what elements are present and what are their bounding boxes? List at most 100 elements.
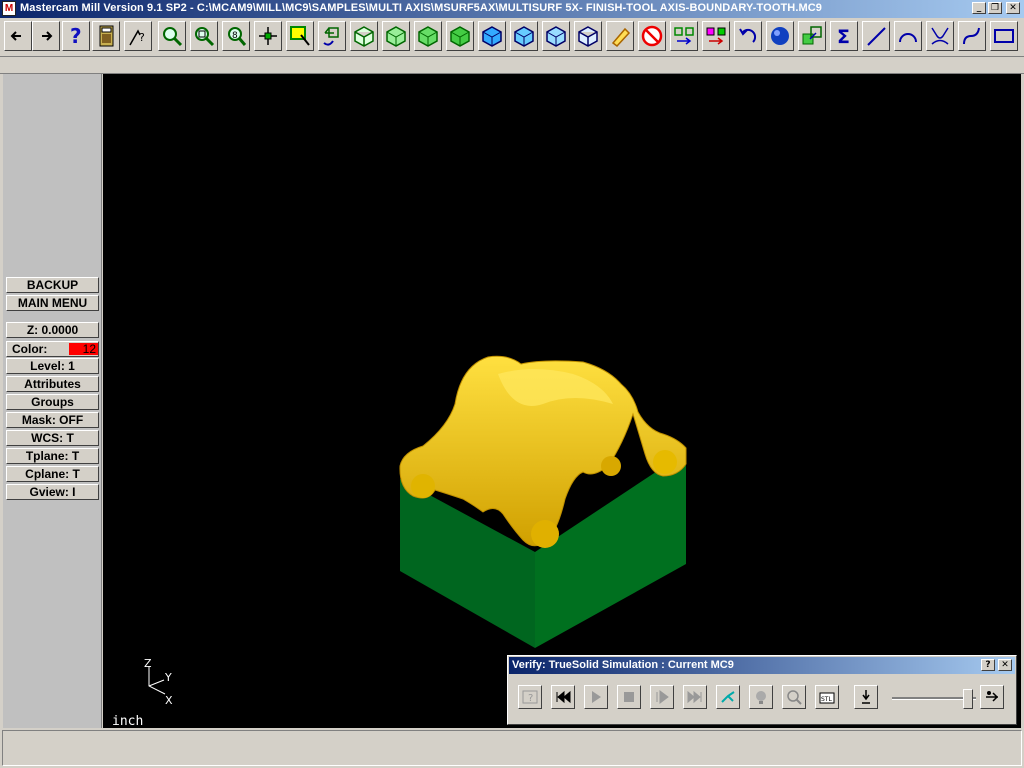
main-toolbar: ? ? 8 Σ — [0, 18, 1024, 57]
arc-icon — [899, 33, 917, 43]
triad-z-label: Z — [144, 657, 152, 670]
verify-close-button[interactable]: ✕ — [998, 659, 1012, 671]
restore-button[interactable]: ❐ — [988, 2, 1002, 14]
gview-button[interactable]: Gview: I — [6, 484, 99, 500]
forward-arrow-icon — [42, 31, 53, 41]
cube-blue2-button[interactable] — [510, 21, 538, 51]
units-label: inch — [112, 714, 144, 729]
minimize-button[interactable]: _ — [972, 2, 986, 14]
toolpath-icon — [721, 691, 735, 703]
stl-button[interactable]: STL — [815, 685, 839, 709]
main-menu-panel: BACKUP MAIN MENU Z: 0.0000 Color: 12 Lev… — [3, 74, 102, 728]
help-button[interactable]: ? — [62, 21, 90, 51]
close-button[interactable]: ✕ — [1006, 2, 1020, 14]
verify-help-icon: ? — [522, 690, 538, 704]
verify-title-bar[interactable]: Verify: TrueSolid Simulation : Current M… — [509, 657, 1015, 674]
eraser-button[interactable] — [606, 21, 634, 51]
axis-triad: Z Y X — [140, 656, 180, 707]
groups-button[interactable]: Groups — [6, 394, 99, 410]
attributes-button[interactable]: Attributes — [6, 376, 99, 392]
rotate-view-button[interactable] — [318, 21, 346, 51]
rewind-button[interactable] — [551, 685, 575, 709]
spline-button[interactable] — [958, 21, 986, 51]
pan-button[interactable] — [254, 21, 282, 51]
side-view-button[interactable] — [446, 21, 474, 51]
back-arrow-button[interactable] — [4, 21, 32, 51]
cube-blue3-button[interactable] — [542, 21, 570, 51]
tplane-button[interactable]: Tplane: T — [6, 448, 99, 464]
stop-button[interactable] — [617, 685, 641, 709]
stop-icon — [624, 692, 634, 702]
app-logo-icon[interactable]: M — [2, 1, 16, 16]
zoom-verify-button[interactable] — [782, 685, 806, 709]
play-button[interactable] — [584, 685, 608, 709]
light-button[interactable] — [749, 685, 773, 709]
fillet-button[interactable] — [926, 21, 954, 51]
select-button[interactable] — [286, 21, 314, 51]
wcs-button[interactable]: WCS: T — [6, 430, 99, 446]
step-icon — [656, 690, 669, 704]
stl-icon: STL — [819, 692, 835, 704]
select-icon — [290, 26, 310, 46]
fit-button[interactable]: 8 — [222, 21, 250, 51]
sum-icon: Σ — [837, 26, 850, 47]
rectangle-button[interactable] — [990, 21, 1018, 51]
color-label: Color: — [12, 342, 48, 356]
top-view-button[interactable] — [382, 21, 410, 51]
speed-options-button[interactable] — [980, 685, 1004, 709]
solids-button[interactable] — [798, 21, 826, 51]
verify-help-tool-button[interactable]: ? — [518, 685, 542, 709]
mask-button[interactable]: Mask: OFF — [6, 412, 99, 428]
line-icon — [867, 27, 886, 46]
cube-outline-icon — [578, 26, 598, 47]
xform-colors-button[interactable] — [702, 21, 730, 51]
color-swatch: 12 — [69, 343, 98, 355]
tool-display-button[interactable] — [854, 685, 878, 709]
front-view-button[interactable] — [414, 21, 442, 51]
zoom-window-button[interactable] — [158, 21, 186, 51]
transform-button[interactable] — [670, 21, 698, 51]
z-depth-button[interactable]: Z: 0.0000 — [6, 322, 99, 338]
unzoom-button[interactable] — [190, 21, 218, 51]
svg-text:STL: STL — [821, 696, 832, 703]
iso-view-button[interactable] — [350, 21, 378, 51]
undo-button[interactable] — [734, 21, 762, 51]
fast-forward-icon — [687, 690, 702, 704]
main-menu-button[interactable]: MAIN MENU — [6, 295, 99, 311]
sum-button[interactable]: Σ — [830, 21, 858, 51]
fit-icon: 8 — [228, 27, 247, 46]
analyze-icon: ? — [129, 29, 145, 46]
color-button[interactable]: Color: 12 — [6, 341, 99, 357]
step-button[interactable] — [650, 685, 674, 709]
zoom-window-icon — [163, 27, 183, 47]
cube-blue-button[interactable] — [478, 21, 506, 51]
tooth-bump — [411, 474, 435, 498]
forward-arrow-button[interactable] — [32, 21, 60, 51]
fast-forward-button[interactable] — [683, 685, 707, 709]
backup-button[interactable]: BACKUP — [6, 277, 99, 293]
svg-text:?: ? — [528, 693, 533, 704]
analyze-button[interactable]: ? — [124, 21, 152, 51]
verify-title: Verify: TrueSolid Simulation : Current M… — [512, 659, 734, 671]
verify-help-button[interactable]: ? — [981, 659, 995, 671]
arc-button[interactable] — [894, 21, 922, 51]
svg-text:?: ? — [70, 25, 82, 47]
solids-icon — [802, 26, 822, 45]
cplane-button[interactable]: Cplane: T — [6, 466, 99, 482]
help-icon: ? — [70, 25, 82, 47]
cube-outline-button[interactable] — [574, 21, 602, 51]
triad-x-label: X — [165, 694, 173, 706]
sphere-button[interactable] — [766, 21, 794, 51]
no-erase-button[interactable] — [638, 21, 666, 51]
line-button[interactable] — [862, 21, 890, 51]
speed-slider-thumb[interactable] — [962, 689, 973, 709]
back-arrow-icon — [10, 31, 21, 41]
rotate-view-icon — [323, 27, 339, 46]
calculator-button[interactable] — [92, 21, 120, 51]
svg-text:8: 8 — [232, 31, 238, 41]
toolpath-button[interactable] — [716, 685, 740, 709]
graphics-viewport[interactable] — [103, 74, 1021, 728]
verify-dialog: Verify: TrueSolid Simulation : Current M… — [507, 655, 1017, 725]
unzoom-icon — [195, 27, 215, 47]
level-button[interactable]: Level: 1 — [6, 358, 99, 374]
